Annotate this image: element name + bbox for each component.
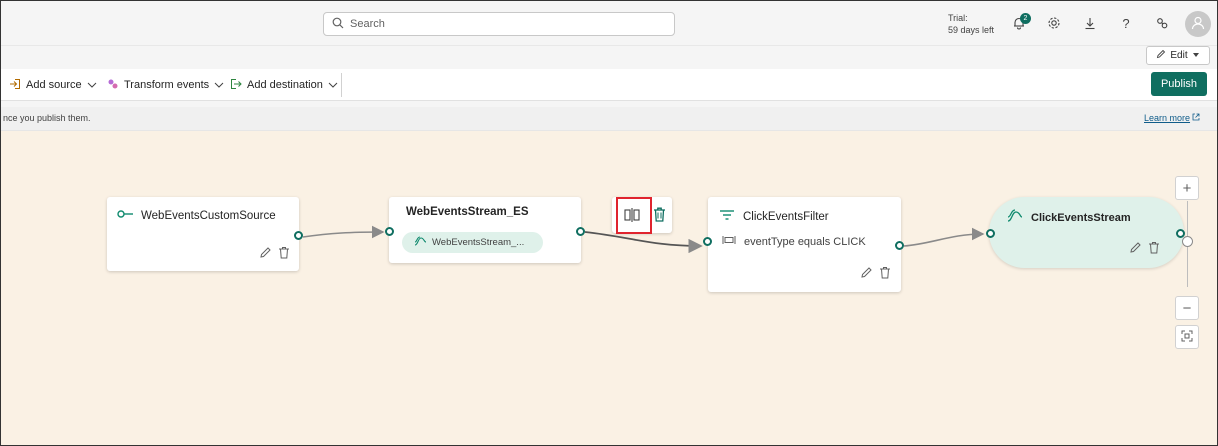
filter-condition: eventType equals CLICK (722, 235, 866, 248)
pencil-icon[interactable] (860, 266, 873, 282)
stream-icon (414, 235, 427, 250)
destination-node-header: ClickEventsStream (1007, 209, 1131, 226)
eventstream-input-port[interactable] (385, 227, 394, 236)
filter-input-port[interactable] (703, 237, 712, 246)
eventstream-output-port[interactable] (576, 227, 585, 236)
pencil-icon[interactable] (259, 246, 272, 262)
field-icon (722, 235, 736, 248)
filter-node-header: ClickEventsFilter (719, 209, 829, 224)
stream-icon (1007, 209, 1023, 226)
trash-icon[interactable] (879, 266, 891, 282)
edge-source-to-stream (302, 225, 385, 239)
source-node-header: WebEventsCustomSource (117, 209, 276, 222)
source-output-port[interactable] (294, 231, 303, 240)
pencil-icon[interactable] (1129, 241, 1142, 257)
filter-icon (719, 209, 735, 224)
source-node-title: WebEventsCustomSource (141, 209, 276, 222)
filter-node[interactable]: ClickEventsFilter eventType equals CLICK (708, 197, 901, 292)
highlight-box (616, 197, 652, 234)
destination-stream-node[interactable]: ClickEventsStream (989, 197, 1184, 268)
source-icon (117, 209, 133, 222)
destination-node-title: ClickEventsStream (1031, 211, 1131, 224)
eventstream-node[interactable]: WebEventsStream_ES WebEventsStream_... (389, 197, 581, 263)
filter-node-actions (860, 266, 891, 282)
fit-icon (1181, 329, 1193, 346)
eventstream-pill-label: WebEventsStream_... (432, 237, 525, 248)
source-node-actions (259, 246, 290, 262)
edge-stream-to-filter (584, 231, 703, 254)
trash-icon[interactable] (1148, 241, 1160, 257)
eventstream-pill: WebEventsStream_... (402, 232, 543, 253)
trash-icon[interactable] (278, 246, 290, 262)
zoom-slider-thumb[interactable] (1182, 236, 1193, 247)
zoom-out-button[interactable]: − (1175, 296, 1199, 320)
filter-output-port[interactable] (895, 241, 904, 250)
destination-node-actions (1129, 241, 1160, 257)
source-node[interactable]: WebEventsCustomSource (107, 197, 299, 271)
app-frame: Search Trial: 59 days left 2 ? Edit Add … (0, 0, 1218, 446)
fit-view-button[interactable] (1175, 325, 1199, 349)
trash-icon[interactable] (653, 207, 666, 225)
edge-filter-to-destination (903, 227, 985, 247)
filter-node-title: ClickEventsFilter (743, 210, 829, 223)
filter-condition-text: eventType equals CLICK (744, 235, 866, 248)
eventstream-node-title: WebEventsStream_ES (406, 206, 529, 218)
zoom-in-button[interactable]: + (1175, 176, 1199, 200)
destination-input-port[interactable] (986, 229, 995, 238)
